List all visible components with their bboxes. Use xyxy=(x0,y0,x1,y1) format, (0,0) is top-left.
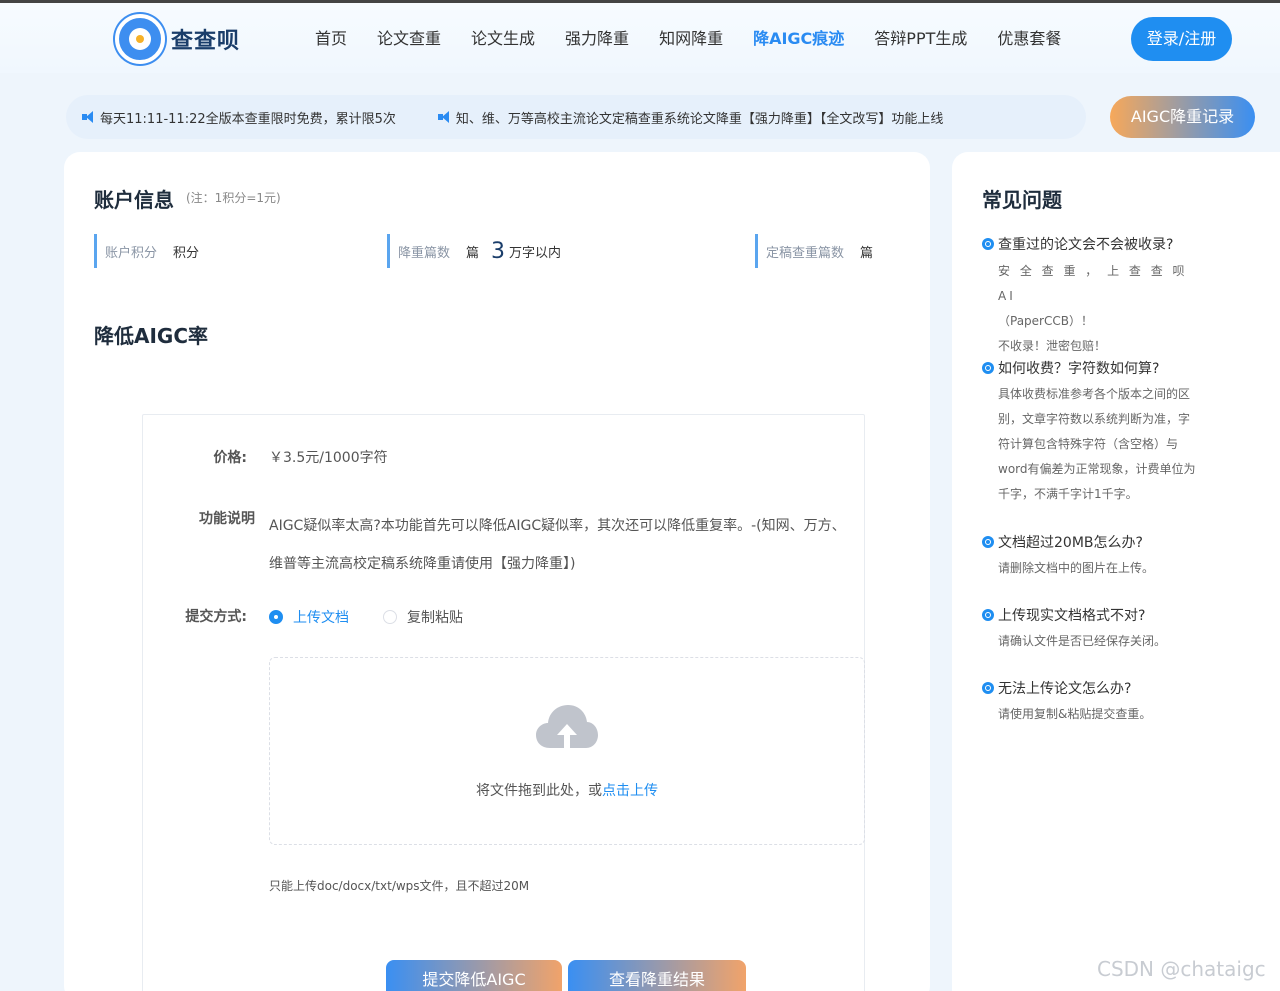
faq-question[interactable]: 查重过的论文会不会被收录? xyxy=(982,234,1173,254)
radio-label: 上传文档 xyxy=(293,610,349,626)
speaker-icon xyxy=(437,111,452,123)
upload-dropzone[interactable]: 将文件拖到此处，或点击上传 xyxy=(269,657,865,845)
main-nav: 首页 论文查重 论文生成 强力降重 知网降重 降AIGC痕迹 答辩PPT生成 优… xyxy=(300,25,1076,49)
faq-question-text: 上传现实文档格式不对? xyxy=(998,608,1146,624)
submit-reduce-aigc-button[interactable]: 提交降低AIGC xyxy=(386,960,562,991)
faq-answer: 具体收费标准参考各个版本之间的区 别，文章字符数以系统判断为准，字 符计算包含特… xyxy=(998,382,1210,507)
stat-value: 篇 xyxy=(466,245,480,261)
stat-value: 篇 xyxy=(860,245,874,261)
click-upload-link[interactable]: 点击上传 xyxy=(602,783,658,799)
notice-text: 每天11:11-11:22全版本查重限时免费，累计限5次 xyxy=(100,111,396,127)
faq-answer-line: 千字，不满千字计1千字。 xyxy=(998,487,1138,501)
question-icon xyxy=(982,362,994,374)
upload-text: 将文件拖到此处，或点击上传 xyxy=(270,780,864,800)
question-icon xyxy=(982,536,994,548)
stat-label: 账户积分 xyxy=(105,245,158,261)
nav-item-packages[interactable]: 优惠套餐 xyxy=(997,25,1061,49)
faq-question[interactable]: 如何收费？字符数如何算? xyxy=(982,358,1159,378)
desc-label: 功能说明 xyxy=(199,511,255,527)
faq-answer-line: 请删除文档中的图片在上传。 xyxy=(998,561,1155,575)
faq-answer-line: （PaperCCB）！ xyxy=(998,314,1093,328)
faq-answer-line: 别，文章字符数以系统判断为准，字 xyxy=(998,412,1191,426)
csdn-watermark: CSDN @chataigc xyxy=(1097,957,1266,981)
stat-suffix: 万字以内 xyxy=(509,245,562,261)
nav-item-paper-check[interactable]: 论文查重 xyxy=(377,25,441,49)
faq-answer: 安 全 查 重 ， 上 查 查 呗 AI （PaperCCB）！ 不收录！泄密包… xyxy=(998,259,1210,359)
view-result-button[interactable]: 查看降重结果 xyxy=(568,960,746,991)
stat-label: 定稿查重篇数 xyxy=(766,245,845,261)
account-note: (注：1积分=1元) xyxy=(186,191,281,205)
faq-answer-line: 具体收费标准参考各个版本之间的区 xyxy=(998,387,1191,401)
stat-final-check-count: 定稿查重篇数 篇 xyxy=(755,234,873,268)
faq-answer-line: 请使用复制&粘贴提交查重。 xyxy=(998,707,1152,721)
speaker-icon xyxy=(82,111,96,123)
upload-hint: 将文件拖到此处，或 xyxy=(476,783,602,799)
faq-question-text: 如何收费？字符数如何算? xyxy=(998,361,1160,377)
stat-label: 降重篇数 xyxy=(398,245,451,261)
faq-answer-line: 不收录！泄密包赔！ xyxy=(998,339,1107,353)
radio-dot xyxy=(383,610,397,624)
nav-item-home[interactable]: 首页 xyxy=(315,25,347,49)
desc-text: AIGC疑似率太高?本功能首先可以降低AIGC疑似率，其次还可以降低重复率。-(… xyxy=(269,518,846,572)
faq-answer-line: 安 全 查 重 ， 上 查 查 呗 AI xyxy=(998,264,1188,303)
account-title: 账户信息 xyxy=(94,188,174,212)
aigc-section-title: 降低AIGC率 xyxy=(94,324,209,348)
dog-logo-icon xyxy=(115,14,165,64)
notice-text: 知、维、万等高校主流论文定稿查重系统论文降重【强力降重】【全文改写】功能上线 xyxy=(455,111,944,127)
faq-question[interactable]: 无法上传论文怎么办? xyxy=(982,678,1131,698)
stat-reduce-count: 降重篇数 篇 3 万字以内 xyxy=(387,234,561,268)
faq-answer: 请删除文档中的图片在上传。 xyxy=(998,556,1210,581)
faq-question-text: 无法上传论文怎么办? xyxy=(998,681,1132,697)
nav-item-ppt-generate[interactable]: 答辩PPT生成 xyxy=(874,25,967,49)
question-icon xyxy=(982,609,994,621)
notice-item: 知、维、万等高校主流论文定稿查重系统论文降重【强力降重】【全文改写】功能上线 xyxy=(437,108,944,127)
radio-label: 复制粘贴 xyxy=(407,610,463,626)
radio-dot xyxy=(269,610,283,624)
notice-bar: 每天11:11-11:22全版本查重限时免费，累计限5次 知、维、万等高校主流论… xyxy=(66,95,1086,139)
nav-item-strong-reduce[interactable]: 强力降重 xyxy=(565,25,629,49)
brand-name: 查查呗 xyxy=(171,29,241,54)
logo[interactable]: 查查呗 xyxy=(115,13,240,65)
question-icon xyxy=(982,682,994,694)
question-icon xyxy=(982,238,994,250)
nav-item-reduce-aigc[interactable]: 降AIGC痕迹 xyxy=(753,25,844,49)
nav-item-cnki-reduce[interactable]: 知网降重 xyxy=(659,25,723,49)
price-value: ￥3.5元/1000字符 xyxy=(269,450,388,466)
faq-answer-line: 请确认文件是否已经保存关闭。 xyxy=(998,634,1167,648)
main-panel: 账户信息 (注：1积分=1元) 账户积分 积分 降重篇数 篇 3 万字以内 定稿… xyxy=(64,152,930,991)
aigc-record-button[interactable]: AIGC降重记录 xyxy=(1110,96,1255,138)
radio-upload-document[interactable]: 上传文档 xyxy=(269,607,349,627)
cloud-upload-icon xyxy=(536,705,598,748)
faq-panel: 常见问题 查重过的论文会不会被收录? 安 全 查 重 ， 上 查 查 呗 AI … xyxy=(952,152,1280,991)
stat-big-number: 3 xyxy=(491,238,506,264)
faq-question-text: 文档超过20MB怎么办? xyxy=(998,535,1143,551)
faq-answer-line: 符计算包含特殊字符（含空格）与 xyxy=(998,437,1179,451)
faq-title: 常见问题 xyxy=(982,188,1062,212)
notice-item: 每天11:11-11:22全版本查重限时免费，累计限5次 xyxy=(82,108,396,127)
faq-question-text: 查重过的论文会不会被收录? xyxy=(998,237,1174,253)
stat-points: 账户积分 积分 xyxy=(94,234,199,268)
aigc-form: 价格: ￥3.5元/1000字符 功能说明 AIGC疑似率太高?本功能首先可以降… xyxy=(142,414,865,991)
faq-question[interactable]: 上传现实文档格式不对? xyxy=(982,605,1145,625)
nav-item-paper-generate[interactable]: 论文生成 xyxy=(471,25,535,49)
price-label: 价格: xyxy=(213,450,247,466)
submit-method-label: 提交方式: xyxy=(185,609,247,625)
stat-value: 积分 xyxy=(173,245,200,261)
faq-question[interactable]: 文档超过20MB怎么办? xyxy=(982,532,1143,552)
login-register-button[interactable]: 登录/注册 xyxy=(1131,17,1232,61)
faq-answer-line: word有偏差为正常现象，计费单位为 xyxy=(998,462,1196,476)
radio-copy-paste[interactable]: 复制粘贴 xyxy=(383,607,463,627)
faq-answer: 请确认文件是否已经保存关闭。 xyxy=(998,629,1210,654)
upload-tip: 只能上传doc/docx/txt/wps文件，且不超过20M xyxy=(269,879,530,893)
faq-answer: 请使用复制&粘贴提交查重。 xyxy=(998,702,1210,727)
header: 查查呗 首页 论文查重 论文生成 强力降重 知网降重 降AIGC痕迹 答辩PPT… xyxy=(0,3,1280,73)
